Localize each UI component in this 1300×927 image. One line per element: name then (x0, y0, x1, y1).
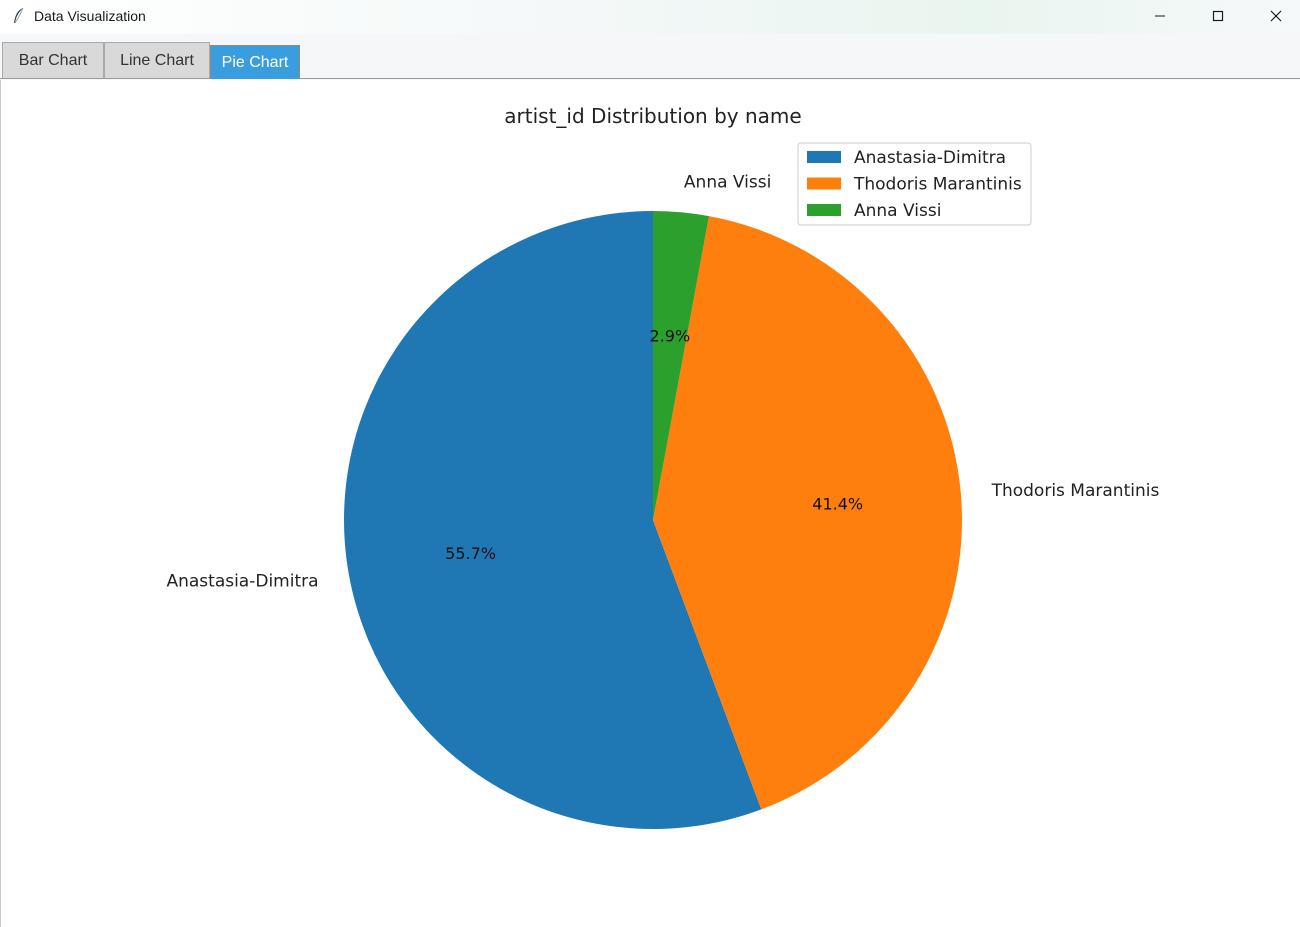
legend-label-anna-vissi: Anna Vissi (854, 201, 941, 221)
legend-label-anastasia-dimitra: Anastasia-Dimitra (854, 148, 1006, 168)
tab-bar-chart[interactable]: Bar Chart (2, 42, 104, 78)
slice-label-anna-vissi: Anna Vissi (684, 173, 771, 193)
legend-swatch-anna-vissi (807, 204, 841, 216)
window-title: Data Visualization (34, 8, 146, 24)
slice-percent-anna-vissi: 2.9% (650, 326, 691, 345)
chart-title: artist_id Distribution by name (504, 104, 801, 128)
app-window: Data Visualization Bar Chart Line Chart … (0, 0, 1300, 927)
title-bar[interactable]: Data Visualization (0, 0, 1300, 34)
slice-percent-anastasia-dimitra: 55.7% (445, 544, 496, 563)
pie-slices (344, 211, 963, 829)
minimize-button[interactable] (1131, 0, 1189, 32)
legend-label-thodoris-marantinis: Thodoris Marantinis (853, 175, 1022, 195)
legend-swatch-thodoris-marantinis (807, 177, 841, 190)
close-icon (1270, 10, 1282, 22)
minimize-icon (1154, 10, 1166, 22)
maximize-button[interactable] (1189, 0, 1247, 32)
slice-label-anastasia-dimitra: Anastasia-Dimitra (166, 572, 318, 592)
tab-strip-divider (0, 78, 1300, 79)
tab-pie-chart[interactable]: Pie Chart (210, 45, 300, 79)
slice-percent-thodoris-marantinis: 41.4% (812, 495, 863, 514)
pie-chart: artist_id Distribution by name Anastasia… (166, 104, 1160, 829)
maximize-icon (1212, 10, 1224, 22)
legend-swatch-anastasia-dimitra (807, 151, 841, 163)
close-button[interactable] (1247, 0, 1300, 32)
chart-panel: artist_id Distribution by name Anastasia… (0, 80, 1300, 927)
tab-line-chart[interactable]: Line Chart (104, 42, 210, 78)
chart-legend: Anastasia-Dimitra Thodoris Marantinis Anna… (797, 142, 1032, 226)
slice-label-thodoris-marantinis: Thodoris Marantinis (991, 481, 1160, 501)
feather-icon (10, 7, 28, 25)
